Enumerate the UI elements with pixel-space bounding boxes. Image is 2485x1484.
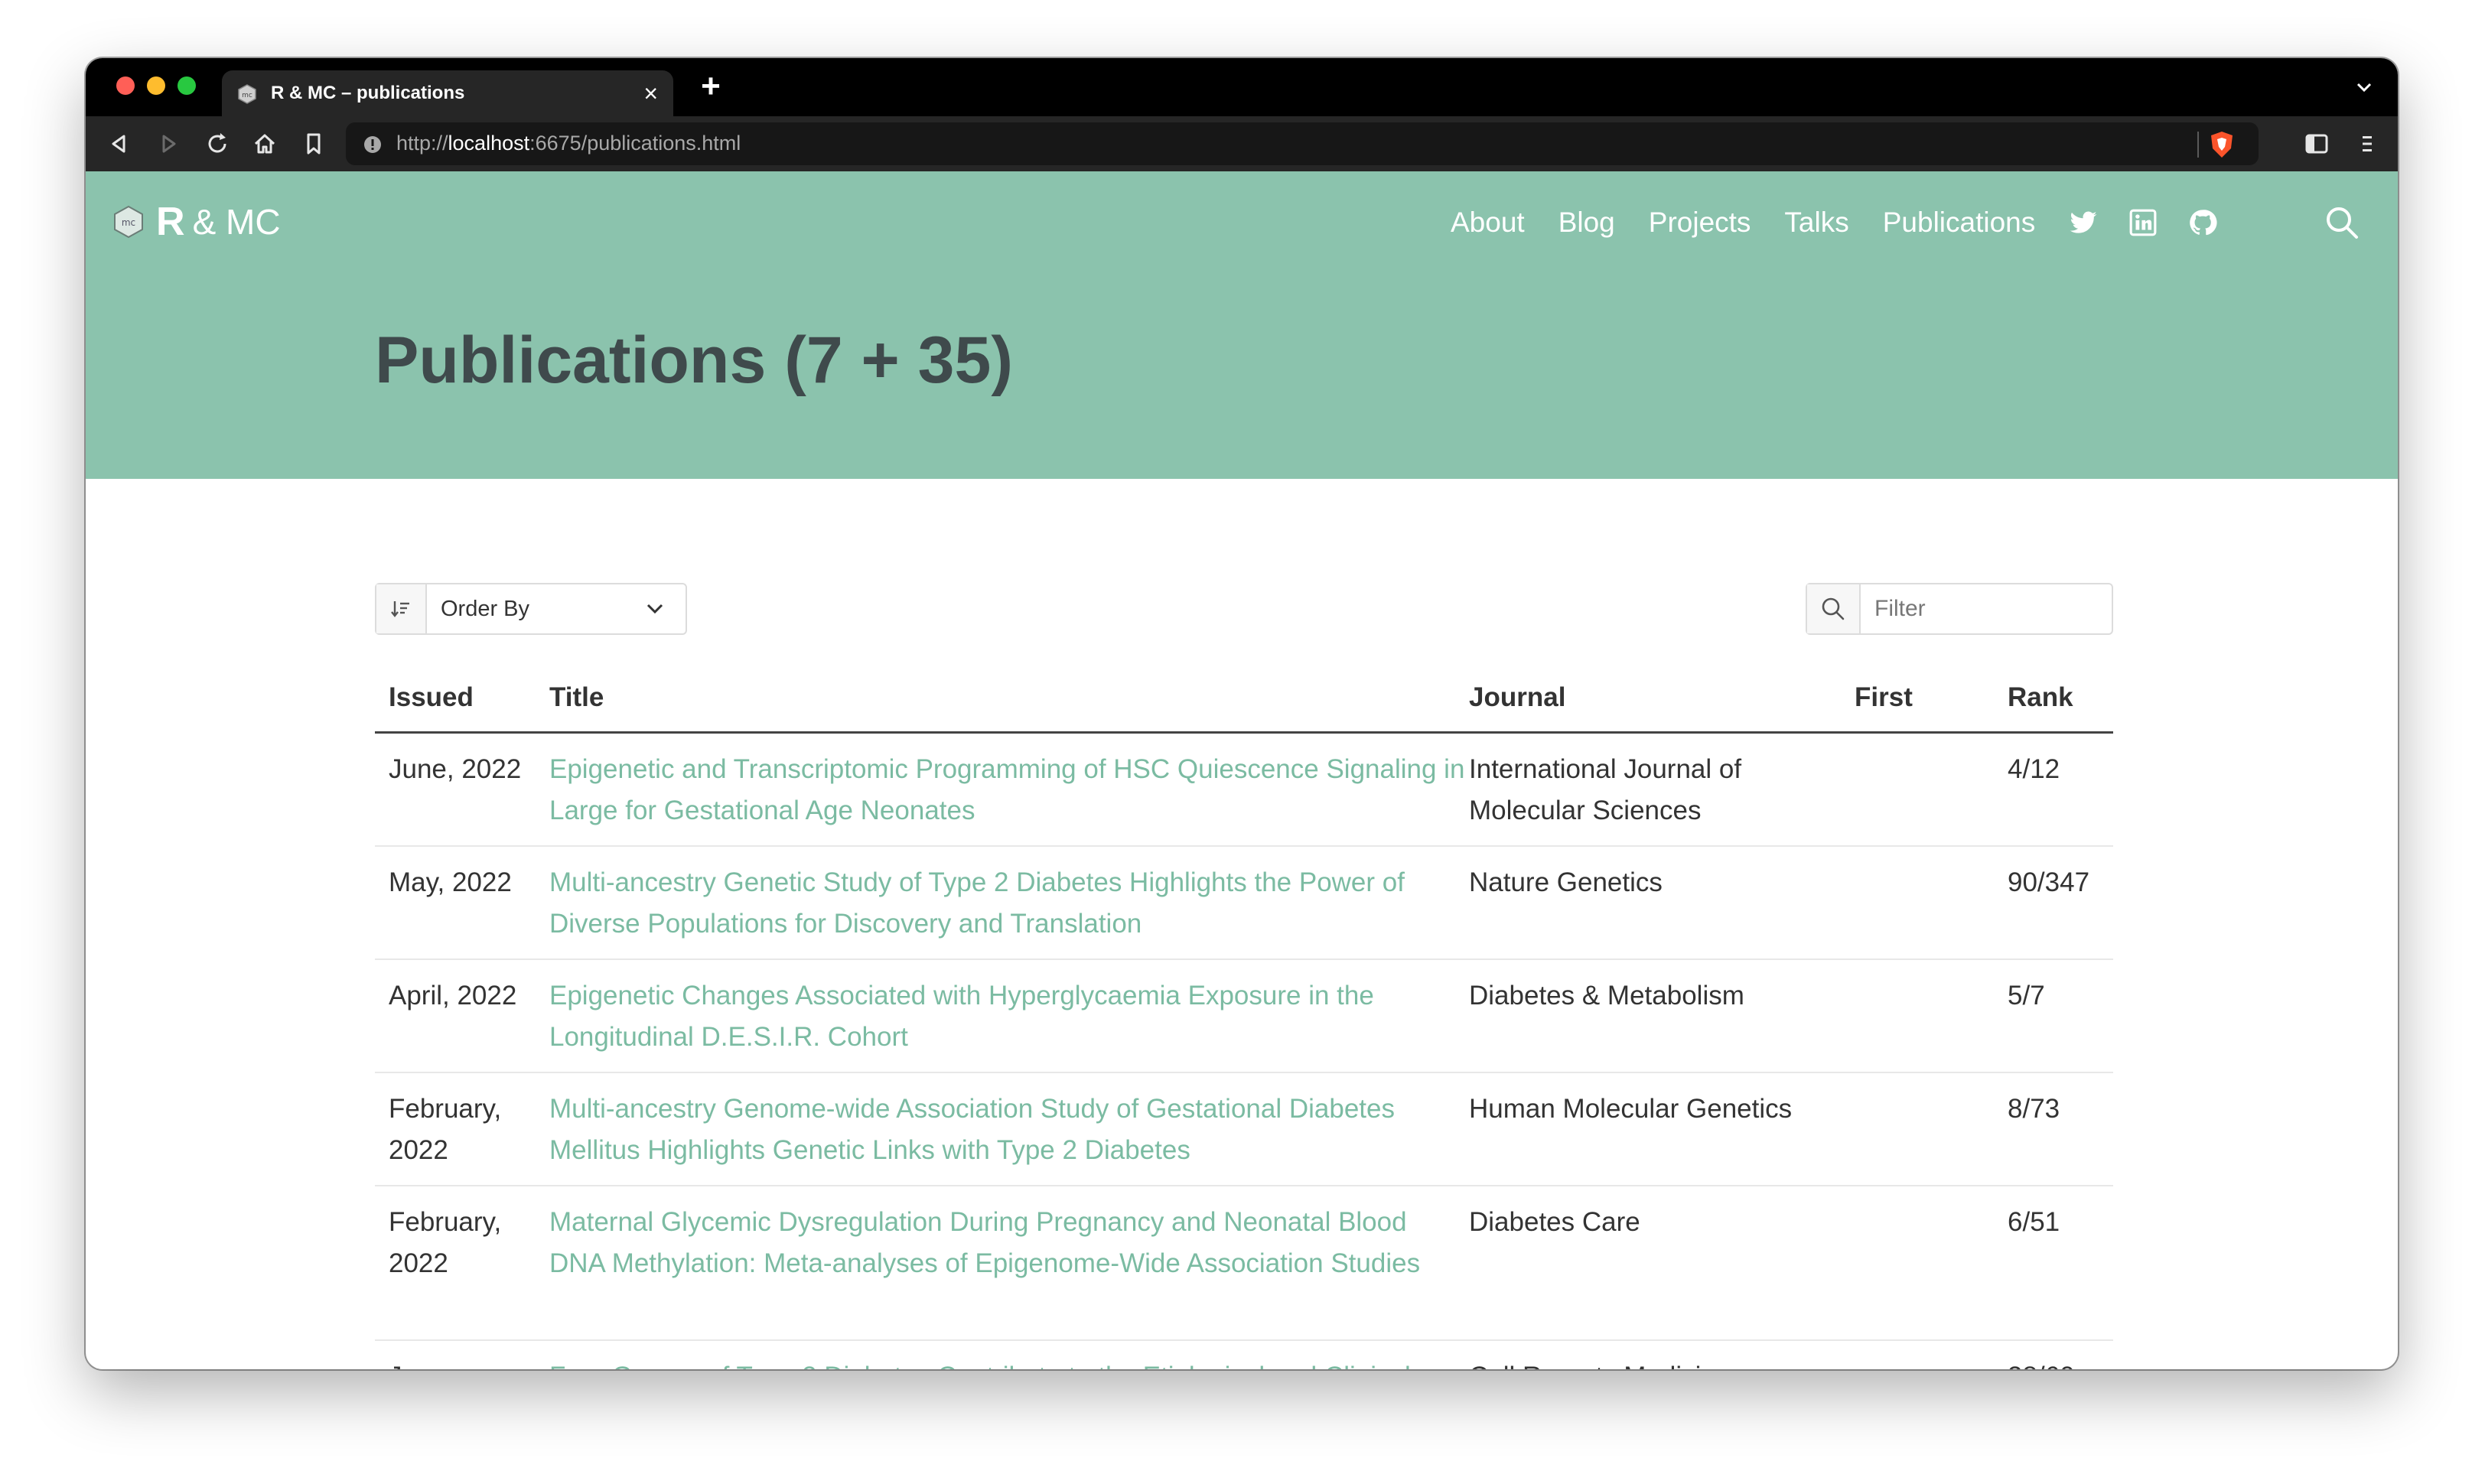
browser-window: mc R & MC – publications × + http://loca…: [86, 58, 2398, 1369]
search-icon[interactable]: [2323, 203, 2361, 242]
table-row: April, 2022 Epigenetic Changes Associate…: [375, 960, 2113, 1073]
cell-journal: Diabetes Care: [1469, 1207, 1640, 1237]
logo-text: & MC: [192, 202, 281, 242]
twitter-icon[interactable]: [2069, 208, 2098, 237]
cell-title-link[interactable]: Epigenetic Changes Associated with Hyper…: [549, 975, 1467, 1058]
column-header-title[interactable]: Title: [549, 682, 1467, 713]
table-row: June, 2022 Epigenetic and Transcriptomic…: [375, 734, 2113, 847]
url-host: localhost: [448, 132, 530, 155]
logo-hex-icon: mc: [114, 205, 143, 239]
cell-rank: 38/60: [2008, 1356, 2115, 1369]
search-icon: [1822, 597, 1845, 620]
publications-table: Issued Title Journal First Rank June, 20…: [375, 670, 2113, 1369]
table-row: January, 2022 Four Groups of Type 2 Diab…: [375, 1341, 2113, 1369]
nav-blog[interactable]: Blog: [1558, 200, 1615, 245]
tab-list-chevron-icon[interactable]: [2352, 75, 2376, 99]
column-header-journal[interactable]: Journal: [1469, 682, 1852, 713]
url-divider: [2197, 132, 2199, 158]
cell-title-link[interactable]: Epigenetic and Transcriptomic Programmin…: [549, 749, 1467, 831]
logo-r: R: [156, 200, 185, 244]
tab-strip: mc R & MC – publications × +: [86, 58, 2398, 116]
filter-box: [1806, 583, 2113, 635]
menu-icon[interactable]: [2352, 129, 2382, 159]
sidebar-toggle-icon[interactable]: [2301, 129, 2332, 159]
cell-issued: April, 2022: [389, 981, 517, 1010]
column-header-first[interactable]: First: [1855, 682, 1992, 713]
minimize-window-button[interactable]: [147, 76, 165, 95]
nav-about[interactable]: About: [1451, 200, 1525, 245]
order-by-label: Order By: [441, 597, 530, 621]
cell-rank: 6/51: [2008, 1207, 2060, 1237]
cell-issued: May, 2022: [389, 867, 512, 897]
page-title: Publications (7 + 35): [375, 324, 1013, 397]
cell-issued: June, 2022: [389, 754, 522, 784]
cell-rank: 4/12: [2008, 754, 2060, 784]
forward-icon[interactable]: [153, 129, 184, 159]
site-favicon-icon: mc: [238, 84, 256, 104]
cell-rank: 90/347: [2008, 867, 2090, 897]
linkedin-icon[interactable]: [2128, 208, 2158, 237]
bookmark-icon[interactable]: [298, 129, 329, 159]
home-icon[interactable]: [249, 129, 280, 159]
browser-toolbar: http://localhost:6675/publications.html: [86, 116, 2398, 171]
cell-title-link[interactable]: Multi-ancestry Genetic Study of Type 2 D…: [549, 862, 1467, 945]
table-header: Issued Title Journal First Rank: [375, 670, 2113, 734]
nav-projects[interactable]: Projects: [1649, 200, 1751, 245]
zoom-window-button[interactable]: [178, 76, 196, 95]
table-row: May, 2022 Multi-ancestry Genetic Study o…: [375, 847, 2113, 960]
cell-issued: February, 2022: [389, 1094, 502, 1165]
cell-issued: January, 2022: [389, 1356, 542, 1369]
svg-text:mc: mc: [122, 217, 135, 228]
nav-publications[interactable]: Publications: [1883, 200, 2036, 245]
cell-journal: Nature Genetics: [1469, 867, 1663, 897]
filter-input[interactable]: [1861, 584, 2110, 633]
cell-title-link[interactable]: Four Groups of Type 2 Diabetes Contribut…: [549, 1356, 1467, 1369]
nav-talks[interactable]: Talks: [1784, 200, 1848, 245]
chevron-down-icon: [646, 604, 663, 614]
new-tab-button[interactable]: +: [692, 61, 730, 112]
cell-rank: 8/73: [2008, 1094, 2060, 1124]
page-header: mc R & MC About Blog Projects Talks Publ…: [86, 171, 2398, 479]
address-bar[interactable]: http://localhost:6675/publications.html: [346, 122, 2259, 165]
back-icon[interactable]: [104, 129, 135, 159]
sort-icon: [391, 601, 409, 617]
github-icon[interactable]: [2188, 208, 2217, 237]
cell-journal: Human Molecular Genetics: [1469, 1094, 1793, 1124]
main-nav: About Blog Projects Talks Publications: [1451, 200, 2248, 245]
cell-title-link[interactable]: Maternal Glycemic Dysregulation During P…: [549, 1202, 1467, 1284]
reload-icon[interactable]: [202, 129, 233, 159]
url-path: :6675/publications.html: [529, 132, 741, 155]
table-row: February, 2022 Multi-ancestry Genome-wid…: [375, 1073, 2113, 1186]
tab-title: R & MC – publications: [271, 83, 465, 103]
tab-close-icon[interactable]: ×: [643, 78, 658, 109]
cell-journal: International Journal of Molecular Scien…: [1469, 754, 1742, 825]
close-window-button[interactable]: [116, 76, 135, 95]
svg-text:mc: mc: [242, 92, 252, 99]
brave-shield-icon[interactable]: [2208, 130, 2236, 159]
cell-journal: Cell Reports Medicine: [1469, 1356, 1852, 1369]
order-by-select[interactable]: Order By: [375, 583, 687, 635]
cell-title-link[interactable]: Multi-ancestry Genome-wide Association S…: [549, 1089, 1467, 1171]
site-info-icon[interactable]: [363, 135, 383, 155]
site-logo[interactable]: mc R & MC: [112, 200, 281, 243]
cell-journal: Diabetes & Metabolism: [1469, 981, 1744, 1010]
tab-active[interactable]: mc R & MC – publications ×: [222, 70, 673, 116]
cell-issued: February, 2022: [389, 1207, 502, 1278]
column-header-issued[interactable]: Issued: [389, 682, 542, 713]
column-header-rank[interactable]: Rank: [2008, 682, 2115, 713]
url-text: http://localhost:6675/publications.html: [396, 132, 741, 155]
table-row: February, 2022 Maternal Glycemic Dysregu…: [375, 1186, 2113, 1341]
filter-search-icon-box: [1807, 584, 1861, 633]
sort-icon-box: [376, 584, 427, 633]
cell-rank: 5/7: [2008, 981, 2045, 1010]
url-scheme: http://: [396, 132, 448, 155]
